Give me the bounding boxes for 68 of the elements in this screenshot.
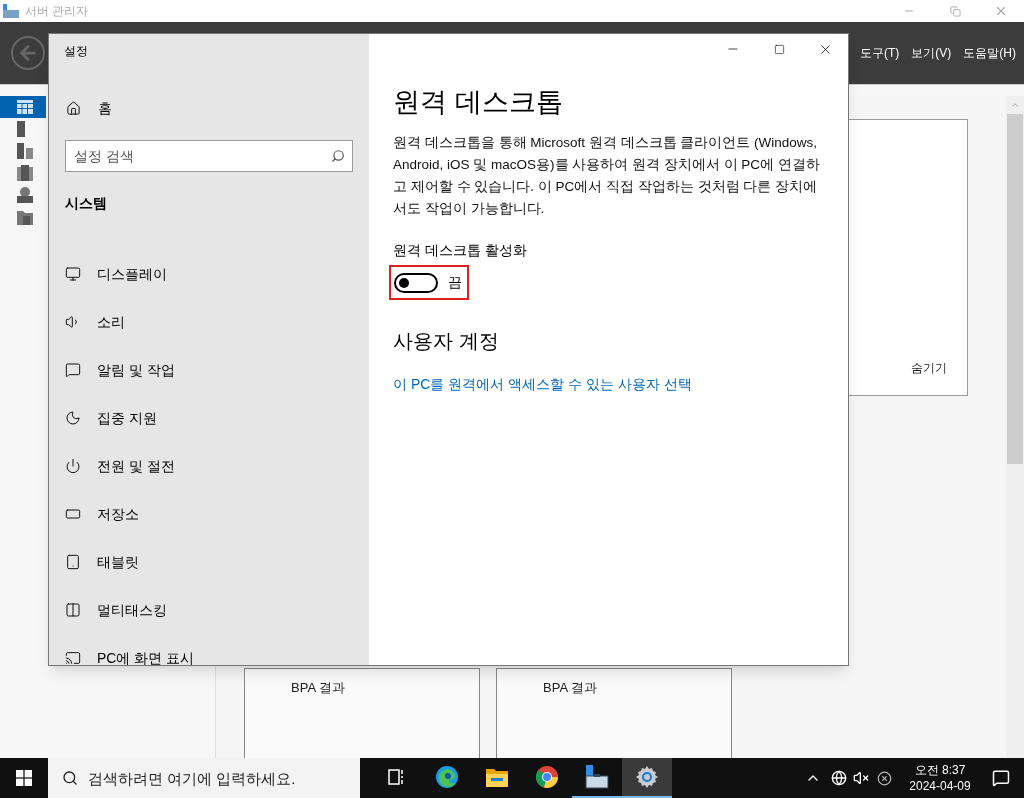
menu-item[interactable]: 도움말(H) bbox=[963, 44, 1016, 62]
clock[interactable]: 오전 8:37 2024-04-09 bbox=[902, 762, 978, 794]
monitor-icon bbox=[65, 266, 81, 282]
nav-item[interactable]: 태블릿 bbox=[49, 538, 369, 586]
servers-icon bbox=[17, 143, 33, 159]
menu-item[interactable]: 보기(V) bbox=[911, 44, 952, 62]
columns-icon bbox=[65, 602, 81, 618]
maximize-icon bbox=[773, 43, 785, 55]
description: 원격 데스크톱을 통해 Microsoft 원격 데스크톱 클라이언트 (Windows, Android, iOS 및 macOS용)를 사용하여 원격 장치에서 이 PC에 연결하고 제어할 수 있습니다. 이 PC에서 직접 작업하는 것처럼 다른 장치에서도 작업이 가능합니다. bbox=[393, 134, 821, 218]
home-nav-item[interactable]: 홈 bbox=[49, 98, 369, 119]
network-server-icon bbox=[17, 187, 33, 203]
menu-item[interactable]: 도구(T) bbox=[860, 44, 900, 62]
close-icon bbox=[994, 4, 1008, 18]
chrome-icon bbox=[535, 765, 559, 789]
toggle-switch[interactable] bbox=[394, 272, 438, 293]
nav-item[interactable]: 멀티태스킹 bbox=[49, 586, 369, 634]
drive-icon bbox=[65, 506, 81, 522]
globe-icon[interactable] bbox=[831, 770, 847, 786]
scrollbar-thumb[interactable] bbox=[1007, 114, 1023, 464]
section-title: 시스템 bbox=[64, 194, 108, 213]
gear-icon bbox=[635, 765, 659, 789]
taskbar-button[interactable] bbox=[622, 758, 672, 798]
sidebar-item[interactable] bbox=[0, 96, 46, 118]
error-icon[interactable] bbox=[877, 770, 892, 786]
search-field[interactable]: 설정 검색 bbox=[65, 140, 353, 172]
nav-item[interactable]: 집중 지원 bbox=[49, 394, 369, 442]
nav-item[interactable]: 전원 및 절전 bbox=[49, 442, 369, 490]
clock-date: 2024-04-09 bbox=[909, 778, 971, 794]
nav-item[interactable]: 알림 및 작업 bbox=[49, 346, 369, 394]
moon-icon bbox=[65, 410, 81, 426]
windows-icon bbox=[16, 770, 32, 786]
notification-icon[interactable] bbox=[992, 769, 1010, 787]
toggle-label: 원격 데스크톱 활성화 bbox=[393, 241, 527, 260]
nav-item[interactable]: 소리 bbox=[49, 298, 369, 346]
server-group-icon bbox=[17, 165, 33, 181]
swirl-icon bbox=[435, 765, 459, 789]
search-field[interactable]: 검색하려면 여기에 입력하세요. bbox=[48, 758, 360, 798]
restore-icon bbox=[949, 5, 961, 17]
toolbox-icon bbox=[3, 4, 19, 18]
search-icon bbox=[62, 770, 78, 786]
task-view-icon bbox=[388, 769, 406, 785]
nav-item[interactable]: 저장소 bbox=[49, 490, 369, 538]
users-link[interactable]: 이 PC를 원격에서 액세스할 수 있는 사용자 선택 bbox=[393, 374, 692, 395]
toolbox-icon bbox=[584, 764, 610, 790]
nav-item[interactable]: PC에 화면 표시 bbox=[49, 634, 369, 682]
tile-title: BPA 결과 bbox=[543, 680, 597, 695]
section-heading: 사용자 계정 bbox=[393, 329, 499, 354]
folder-icon bbox=[17, 209, 33, 225]
power-icon bbox=[65, 458, 81, 474]
server-icon bbox=[17, 121, 25, 137]
hide-link[interactable]: 숨기기 bbox=[911, 359, 947, 377]
window-title: 서버 관리자 bbox=[25, 3, 89, 20]
tablet-icon bbox=[65, 554, 81, 570]
tile-title: BPA 결과 bbox=[291, 680, 345, 695]
window-title: 설정 bbox=[63, 43, 89, 60]
grid-icon bbox=[17, 100, 33, 114]
clock-time: 오전 8:37 bbox=[914, 762, 966, 778]
scroll-up-icon bbox=[1010, 100, 1020, 110]
speaker-muted-icon[interactable] bbox=[853, 770, 869, 786]
speech-bubble-icon bbox=[65, 362, 81, 378]
search-icon bbox=[331, 149, 345, 163]
scrollbar[interactable] bbox=[1006, 96, 1024, 758]
home-icon bbox=[66, 101, 81, 116]
page-heading: 원격 데스크톱 bbox=[393, 86, 563, 119]
toggle-state: 끔 bbox=[448, 273, 462, 292]
folder-icon bbox=[485, 766, 509, 788]
nav-item[interactable]: 디스플레이 bbox=[49, 250, 369, 298]
cast-icon bbox=[65, 650, 81, 666]
